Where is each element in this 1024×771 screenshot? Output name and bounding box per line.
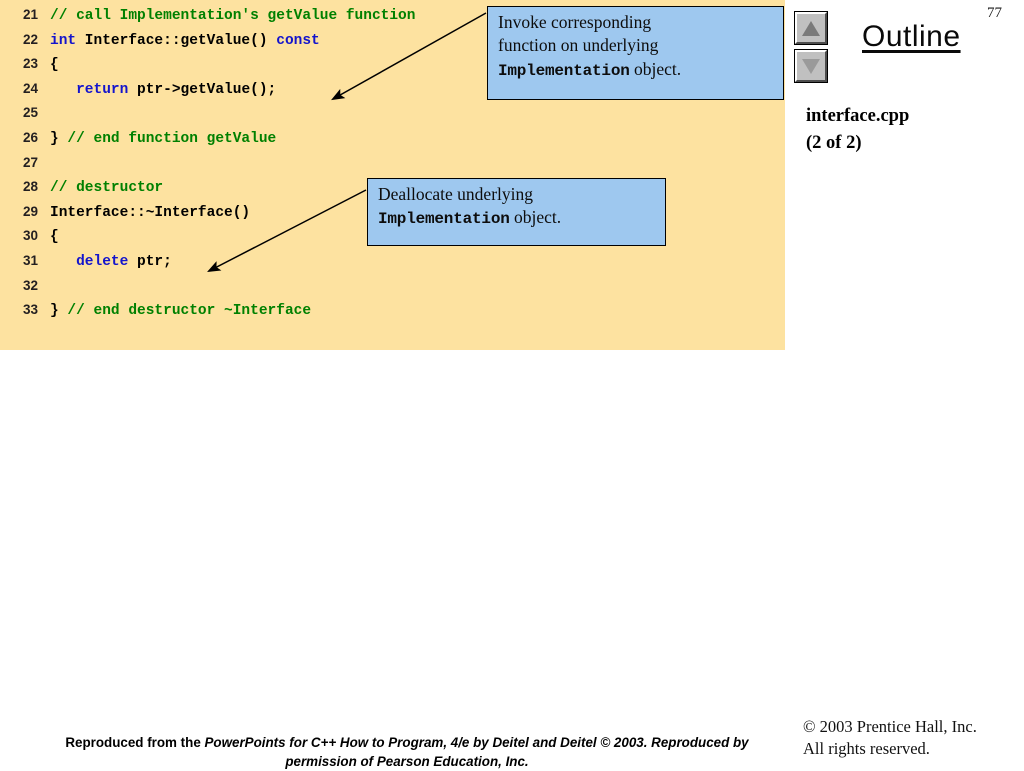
code-line-number: 27 xyxy=(22,154,38,170)
code-token: // call Implementation's getValue functi… xyxy=(50,8,416,24)
code-line-text: } // end function getValue xyxy=(38,127,276,152)
code-line-text: Interface::~Interface() xyxy=(38,201,250,226)
code-line: 27 xyxy=(0,151,785,176)
callout-invoke-line3: Implementation object. xyxy=(498,58,775,82)
code-line-number: 30 xyxy=(22,228,38,244)
code-line-number: 29 xyxy=(22,203,38,219)
code-line: 32 xyxy=(0,274,785,299)
code-line-number: 28 xyxy=(22,179,38,195)
code-token: const xyxy=(276,32,320,49)
page-number: 77 xyxy=(987,5,1002,21)
callout-invoke-line1: Invoke corresponding xyxy=(498,12,652,32)
triangle-up-icon xyxy=(802,20,820,36)
code-line: 33} // end destructor ~Interface xyxy=(0,298,785,323)
code-line-number: 25 xyxy=(22,105,38,121)
code-token: // end function getValue xyxy=(67,131,277,147)
copyright-line-2: All rights reserved. xyxy=(803,739,930,759)
callout-invoke-function: Invoke corresponding function on underly… xyxy=(487,6,784,100)
code-line-text: // call Implementation's getValue functi… xyxy=(38,4,415,29)
triangle-down-icon xyxy=(802,58,820,74)
code-token: } xyxy=(50,303,68,320)
file-label: interface.cpp (2 of 2) xyxy=(806,103,909,157)
callout-invoke-mono: Implementation xyxy=(498,61,630,80)
footer-credit-italic: PowerPoints for C++ How to Program, 4/e … xyxy=(204,735,749,770)
code-token: int xyxy=(50,32,77,49)
code-line-number: 31 xyxy=(22,253,38,268)
code-line-text: { xyxy=(38,53,59,78)
callout-deallocate-line2: Implementation object. xyxy=(378,206,657,230)
file-name: interface.cpp xyxy=(806,106,910,126)
footer-credit: Reproduced from the PowerPoints for C++ … xyxy=(38,733,776,771)
callout-deallocate-mono: Implementation xyxy=(378,210,510,229)
code-token: } xyxy=(50,131,68,147)
outline-title: Outline xyxy=(862,20,961,53)
callout-deallocate-object: Deallocate underlying Implementation obj… xyxy=(367,178,666,246)
file-part: (2 of 2) xyxy=(806,132,862,153)
code-line-text: delete ptr; xyxy=(38,250,172,275)
callout-invoke-line2: function on underlying xyxy=(498,35,659,56)
code-line-number: 21 xyxy=(22,7,38,22)
outline-scroll-up-button[interactable] xyxy=(795,12,827,44)
code-line-number: 26 xyxy=(22,130,38,145)
code-token: Interface::getValue() xyxy=(76,32,277,49)
code-line-number: 23 xyxy=(22,56,38,72)
code-token: return xyxy=(76,81,129,98)
code-token: { xyxy=(50,57,59,74)
code-line-text: { xyxy=(38,225,59,250)
code-line: 31 delete ptr; xyxy=(0,249,785,274)
code-token: Interface::~Interface() xyxy=(50,204,251,221)
footer-credit-prefix: Reproduced from the xyxy=(65,735,205,750)
code-line-text: return ptr->getValue(); xyxy=(38,78,276,103)
code-line: 25 xyxy=(0,101,785,126)
code-line-text: } // end destructor ~Interface xyxy=(38,299,311,324)
code-token: ptr; xyxy=(128,254,172,270)
copyright-line-1: © 2003 Prentice Hall, Inc. xyxy=(803,717,977,736)
code-token: { xyxy=(50,229,59,246)
callout-deallocate-tail: object. xyxy=(509,207,562,228)
code-line: 26} // end function getValue xyxy=(0,126,785,151)
copyright-notice: © 2003 Prentice Hall, Inc. All rights re… xyxy=(803,716,977,761)
code-token: // destructor xyxy=(50,180,164,197)
callout-invoke-tail: object. xyxy=(629,58,682,79)
code-line-number: 32 xyxy=(22,277,38,293)
code-token: // end destructor ~Interface xyxy=(67,303,312,320)
outline-scroll-down-button[interactable] xyxy=(795,50,827,82)
code-line-number: 24 xyxy=(22,80,38,96)
code-line-text: int Interface::getValue() const xyxy=(38,29,320,54)
callout-deallocate-line1: Deallocate underlying xyxy=(378,184,534,204)
code-token: ptr->getValue(); xyxy=(128,81,277,98)
code-token: delete xyxy=(76,254,129,270)
code-line-number: 22 xyxy=(22,31,38,47)
code-line-number: 33 xyxy=(22,302,38,318)
code-line-text: // destructor xyxy=(38,176,163,201)
